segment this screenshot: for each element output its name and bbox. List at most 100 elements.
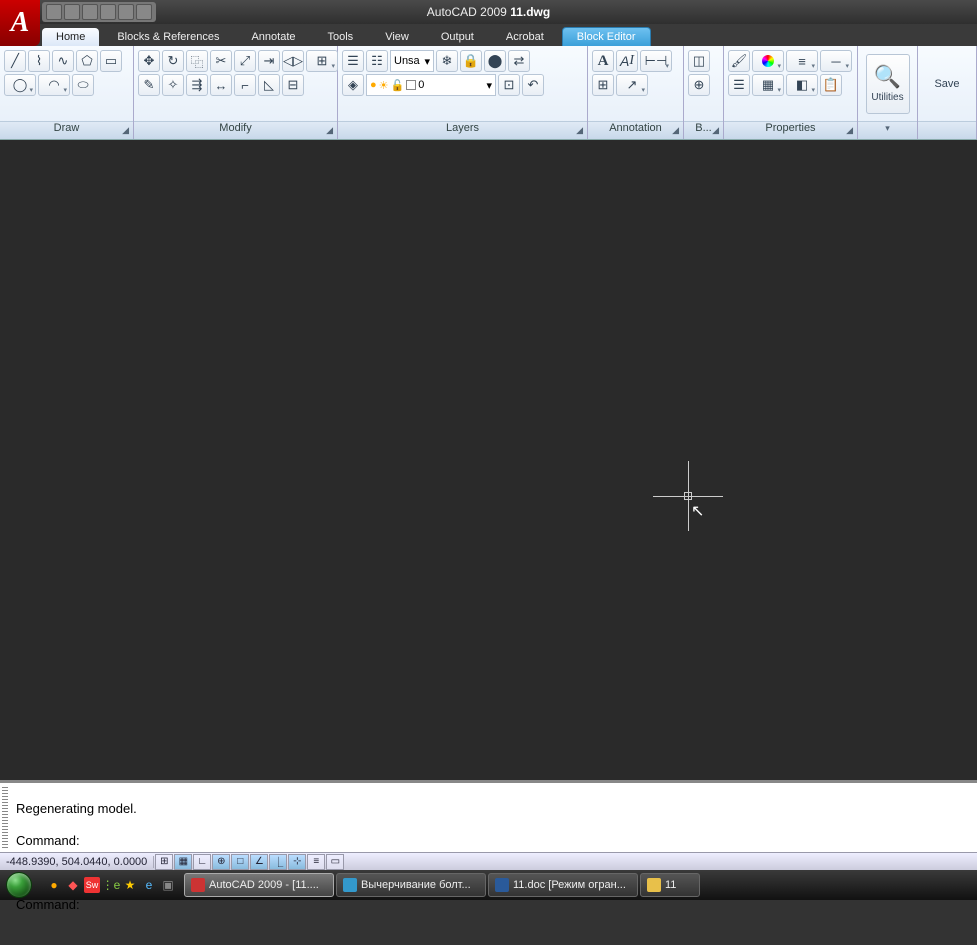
erase-icon[interactable]: ✎ [138, 74, 160, 96]
copy-icon[interactable]: ⿻ [186, 50, 208, 72]
ql-icon-4[interactable]: ⋮e [103, 877, 119, 893]
ql-icon-3[interactable]: Sw [84, 877, 100, 893]
fillet-icon[interactable]: ⌐ [234, 74, 256, 96]
panel-title-block[interactable]: B...◢ [684, 121, 723, 139]
ellipse-icon[interactable]: ⬭ [72, 74, 94, 96]
array-icon[interactable]: ⊞ [306, 50, 338, 72]
layer-properties-icon[interactable]: ☰ [342, 50, 364, 72]
panel-title-modify[interactable]: Modify◢ [134, 121, 337, 139]
bylayer-dropdown[interactable]: ◧ [786, 74, 818, 96]
chamfer-icon[interactable]: ◺ [258, 74, 280, 96]
snap-toggle[interactable]: ⊞ [155, 854, 173, 870]
tab-tools[interactable]: Tools [314, 28, 368, 46]
polar-toggle[interactable]: ⊕ [212, 854, 230, 870]
taskbar-ie[interactable]: Вычерчивание болт... [336, 873, 486, 897]
panel-title-draw[interactable]: Draw◢ [0, 121, 133, 139]
ql-icon-6[interactable]: e [141, 877, 157, 893]
circle-icon[interactable]: ◯ [4, 74, 36, 96]
stretch-icon[interactable]: ↔ [210, 74, 232, 96]
panel-title-utilities[interactable]: ▾ [858, 121, 917, 139]
grip-icon[interactable] [2, 787, 8, 848]
tab-home[interactable]: Home [42, 28, 99, 46]
app-name: AutoCAD 2009 [427, 5, 507, 19]
command-line[interactable]: Regenerating model. Command: Command: *C… [0, 780, 977, 852]
insert-block-icon[interactable]: ◫ [688, 50, 710, 72]
layer-states-icon[interactable]: ☷ [366, 50, 388, 72]
create-block-icon[interactable]: ⊕ [688, 74, 710, 96]
dyn-toggle[interactable]: ⊹ [288, 854, 306, 870]
taskbar-explorer[interactable]: 11 [640, 873, 700, 897]
coordinates[interactable]: -448.9390, 504.0440, 0.0000 [0, 856, 154, 868]
qat-redo-icon[interactable] [136, 4, 152, 20]
qat-save-icon[interactable] [82, 4, 98, 20]
panel-title-properties[interactable]: Properties◢ [724, 121, 857, 139]
taskbar-word[interactable]: 11.doc [Режим огран... [488, 873, 638, 897]
layer-tool-icon[interactable]: ◈ [342, 74, 364, 96]
spline-icon[interactable]: ∿ [52, 50, 74, 72]
drawing-canvas[interactable]: Y X ↖ [0, 140, 977, 780]
list-icon[interactable]: 📋 [820, 74, 842, 96]
ql-icon-1[interactable]: ● [46, 877, 62, 893]
layer-iso-icon[interactable]: ⊡ [498, 74, 520, 96]
match-prop-icon[interactable]: 🖌 [728, 50, 750, 72]
tab-block-editor[interactable]: Block Editor [562, 27, 651, 46]
app-menu-button[interactable]: A [0, 0, 40, 46]
lwt-toggle[interactable]: ≡ [307, 854, 325, 870]
ql-icon-2[interactable]: ◆ [65, 877, 81, 893]
qat-open-icon[interactable] [64, 4, 80, 20]
layer-match-icon[interactable]: ⇄ [508, 50, 530, 72]
qat-undo-icon[interactable] [118, 4, 134, 20]
text-icon[interactable]: AI [616, 50, 638, 72]
qat-new-icon[interactable] [46, 4, 62, 20]
mtext-icon[interactable]: A [592, 50, 614, 72]
osnap-toggle[interactable]: □ [231, 854, 249, 870]
grid-toggle[interactable]: ▦ [174, 854, 192, 870]
scale-icon[interactable]: ⤢ [234, 50, 256, 72]
qp-toggle[interactable]: ▭ [326, 854, 344, 870]
otrack-toggle[interactable]: ∠ [250, 854, 268, 870]
trim-icon[interactable]: ✂ [210, 50, 232, 72]
dimension-icon[interactable]: ⊢⊣ [640, 50, 672, 72]
rectangle-icon[interactable]: ▭ [100, 50, 122, 72]
current-layer-dropdown[interactable]: ● ☀ 🔓 0 ▾ [366, 74, 496, 96]
ql-icon-7[interactable]: ▣ [160, 877, 176, 893]
break-icon[interactable]: ⊟ [282, 74, 304, 96]
layer-prev-icon[interactable]: ↶ [522, 74, 544, 96]
mirror-icon[interactable]: ◁▷ [282, 50, 304, 72]
panel-title-layers[interactable]: Layers◢ [338, 121, 587, 139]
save-label[interactable]: Save [934, 78, 959, 90]
start-button[interactable] [0, 870, 38, 900]
plot-style-dropdown[interactable]: ▦ [752, 74, 784, 96]
linetype-dropdown[interactable]: ─ [820, 50, 852, 72]
utilities-button[interactable]: 🔍 Utilities [866, 54, 910, 114]
leader-icon[interactable]: ↗ [616, 74, 648, 96]
tab-acrobat[interactable]: Acrobat [492, 28, 558, 46]
ducs-toggle[interactable]: ⎿ [269, 854, 287, 870]
panel-title-annotation[interactable]: Annotation◢ [588, 121, 683, 139]
arc-icon[interactable]: ◠ [38, 74, 70, 96]
tab-blocks[interactable]: Blocks & References [103, 28, 233, 46]
layer-off-icon[interactable]: ⬤ [484, 50, 506, 72]
table-icon[interactable]: ⊞ [592, 74, 614, 96]
ortho-toggle[interactable]: ∟ [193, 854, 211, 870]
lineweight-dropdown[interactable]: ≡ [786, 50, 818, 72]
move-icon[interactable]: ✥ [138, 50, 160, 72]
polyline-icon[interactable]: ⌇ [28, 50, 50, 72]
tab-output[interactable]: Output [427, 28, 488, 46]
explode-icon[interactable]: ✧ [162, 74, 184, 96]
tab-view[interactable]: View [371, 28, 423, 46]
line-icon[interactable]: ╱ [4, 50, 26, 72]
polygon-icon[interactable]: ⬠ [76, 50, 98, 72]
color-dropdown[interactable] [752, 50, 784, 72]
layer-freeze-icon[interactable]: ❄ [436, 50, 458, 72]
tab-annotate[interactable]: Annotate [237, 28, 309, 46]
taskbar-autocad[interactable]: AutoCAD 2009 - [11.... [184, 873, 334, 897]
prop-palette-icon[interactable]: ☰ [728, 74, 750, 96]
layer-state-dropdown[interactable]: Unsa▾ [390, 50, 434, 72]
layer-lock-icon[interactable]: 🔒 [460, 50, 482, 72]
extend-icon[interactable]: ⇥ [258, 50, 280, 72]
offset-icon[interactable]: ⇶ [186, 74, 208, 96]
rotate-icon[interactable]: ↻ [162, 50, 184, 72]
qat-print-icon[interactable] [100, 4, 116, 20]
ql-icon-5[interactable]: ★ [122, 877, 138, 893]
